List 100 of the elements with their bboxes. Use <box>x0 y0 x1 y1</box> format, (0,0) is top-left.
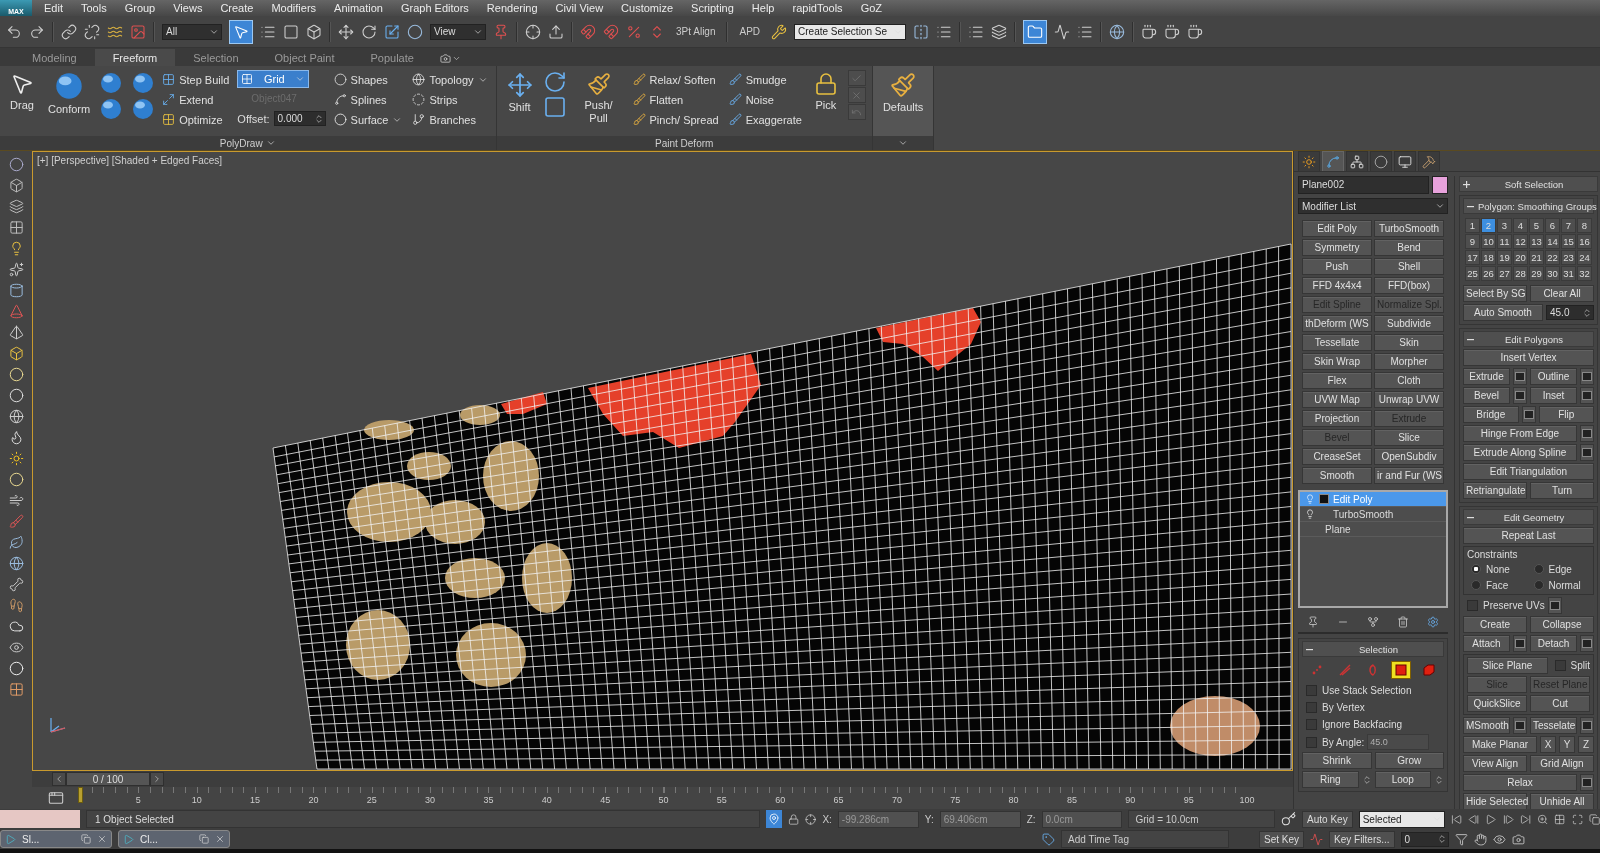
grid-icon[interactable] <box>8 220 24 235</box>
play-icon[interactable] <box>1485 812 1497 826</box>
cup-icon[interactable] <box>1141 23 1158 40</box>
modifier-button[interactable]: Tessellate <box>1302 334 1372 351</box>
smoothing-group-button[interactable]: 29 <box>1529 266 1544 281</box>
tag-icon[interactable] <box>1042 832 1055 846</box>
settings-button[interactable] <box>1580 368 1594 385</box>
smoothing-group-button[interactable]: 14 <box>1545 234 1560 249</box>
camera-icon[interactable] <box>1511 832 1525 846</box>
push-pull-button[interactable]: Push/ Pull <box>572 70 625 127</box>
smoothing-group-button[interactable]: 26 <box>1481 266 1496 281</box>
menu-item[interactable]: Views <box>164 0 212 16</box>
lock-icon[interactable] <box>813 72 838 96</box>
settings-button[interactable] <box>1521 406 1536 423</box>
magnet-icon[interactable] <box>580 23 596 40</box>
rollout-header[interactable]: Edit Geometry <box>1463 509 1594 525</box>
modifier-button[interactable]: FFD(box) <box>1374 277 1444 294</box>
magnet-icon[interactable] <box>603 23 619 40</box>
splines-button[interactable]: Splines <box>331 90 405 109</box>
globe-icon[interactable] <box>1109 23 1126 40</box>
command-button[interactable]: Slice Plane <box>1467 657 1548 674</box>
menu-item[interactable]: Customize <box>612 0 683 16</box>
smoothing-group-button[interactable]: 24 <box>1577 250 1592 265</box>
cloud-icon[interactable] <box>8 619 24 634</box>
command-button[interactable]: Attach <box>1463 635 1510 652</box>
modifier-button[interactable]: OpenSubdiv <box>1374 448 1444 465</box>
topology-button[interactable]: Topology <box>410 70 490 89</box>
dashed-circle-icon[interactable] <box>412 93 426 106</box>
brush-icon[interactable] <box>890 72 917 98</box>
axis-button[interactable]: Z <box>1578 736 1594 753</box>
modifier-button[interactable]: Flex <box>1302 372 1372 389</box>
viewport-label[interactable]: [+] [Perspective] [Shaded + Edged Faces] <box>37 155 223 166</box>
cup-icon[interactable] <box>1164 23 1181 40</box>
settings-button[interactable] <box>1547 597 1562 614</box>
undo-icon[interactable] <box>6 23 22 40</box>
rollout-header[interactable]: Selection <box>1302 641 1444 657</box>
caret-icon[interactable] <box>1435 201 1445 211</box>
settings-button[interactable] <box>1580 444 1594 461</box>
modifier-button[interactable]: Shell <box>1374 258 1444 275</box>
stack-item[interactable]: TurboSmooth <box>1300 507 1446 522</box>
modifier-button[interactable]: Projection <box>1302 410 1372 427</box>
curve-icon[interactable] <box>1054 23 1071 40</box>
menu-item[interactable]: Rendering <box>477 0 547 16</box>
extend-button[interactable]: Extend <box>160 90 232 109</box>
modifier-button[interactable]: TurboSmooth <box>1374 220 1444 237</box>
grid-icon[interactable] <box>162 73 176 86</box>
object-color-swatch[interactable] <box>1432 176 1448 194</box>
hand-icon[interactable] <box>1473 832 1487 846</box>
crosshair-icon[interactable] <box>525 23 541 40</box>
command-button[interactable]: Clear All <box>1530 285 1594 302</box>
maximize-icon[interactable] <box>1571 812 1583 826</box>
checkbox[interactable] <box>1306 702 1317 713</box>
grid-icon[interactable] <box>1554 812 1566 826</box>
menu-item[interactable]: Help <box>742 0 784 16</box>
spinner-icon[interactable] <box>1436 834 1447 844</box>
flame-icon[interactable] <box>8 430 24 445</box>
brush-icon[interactable] <box>632 113 646 126</box>
footprints-icon[interactable] <box>8 598 24 613</box>
fork-icon[interactable] <box>1367 616 1379 628</box>
deform-tool-button[interactable]: Flatten <box>630 90 721 109</box>
move-icon[interactable] <box>506 72 533 98</box>
panel-tab[interactable] <box>1370 151 1392 171</box>
smoothing-group-button[interactable]: 19 <box>1497 250 1512 265</box>
settings-button[interactable] <box>1580 774 1594 791</box>
command-button[interactable]: Hinge From Edge <box>1463 425 1577 442</box>
command-button[interactable]: Turn <box>1530 482 1594 499</box>
upload-icon[interactable] <box>548 23 564 40</box>
key-icon[interactable] <box>1280 810 1297 828</box>
command-button[interactable]: Collapse <box>1530 616 1594 633</box>
command-button[interactable]: Bevel <box>1463 387 1510 404</box>
circle-icon[interactable] <box>8 367 24 382</box>
square-icon[interactable] <box>283 23 299 40</box>
modifier-button[interactable]: thDeform (WS <box>1302 315 1372 332</box>
modifier-button[interactable]: ir and Fur (WS <box>1374 467 1444 484</box>
box-icon[interactable] <box>306 23 322 40</box>
leaf-icon[interactable] <box>8 535 24 550</box>
modifier-button[interactable]: UVW Map <box>1302 391 1372 408</box>
menu-item[interactable]: Edit <box>35 0 72 16</box>
apd-button[interactable]: APD <box>735 26 765 37</box>
box-icon[interactable] <box>8 346 24 361</box>
menu-item[interactable]: Graph Editors <box>391 0 478 16</box>
command-button[interactable]: Edit Triangulation <box>1463 463 1594 480</box>
globe-icon[interactable] <box>8 409 24 424</box>
selection-filter-dropdown[interactable]: All <box>162 23 222 40</box>
menu-item[interactable]: Civil View <box>546 0 613 16</box>
crosshair-icon[interactable] <box>805 812 817 826</box>
deform-tool-button[interactable]: Noise <box>726 90 804 109</box>
checkbox[interactable] <box>1467 600 1478 611</box>
settings-button[interactable] <box>1513 387 1527 404</box>
radio-button[interactable] <box>1533 580 1544 590</box>
menu-item[interactable]: Animation <box>325 0 392 16</box>
spline-icon[interactable] <box>333 93 347 106</box>
modifier-button[interactable]: Subdivide <box>1374 315 1444 332</box>
group-label[interactable]: PolyDraw <box>219 137 263 149</box>
settings-button[interactable] <box>1580 717 1594 734</box>
panel-tab[interactable] <box>1298 151 1320 171</box>
bulb-icon[interactable] <box>1305 509 1315 519</box>
minimized-window[interactable]: Cl... <box>118 830 230 848</box>
smoothing-group-button[interactable]: 32 <box>1577 266 1592 281</box>
smoothing-group-button[interactable]: 17 <box>1465 250 1480 265</box>
